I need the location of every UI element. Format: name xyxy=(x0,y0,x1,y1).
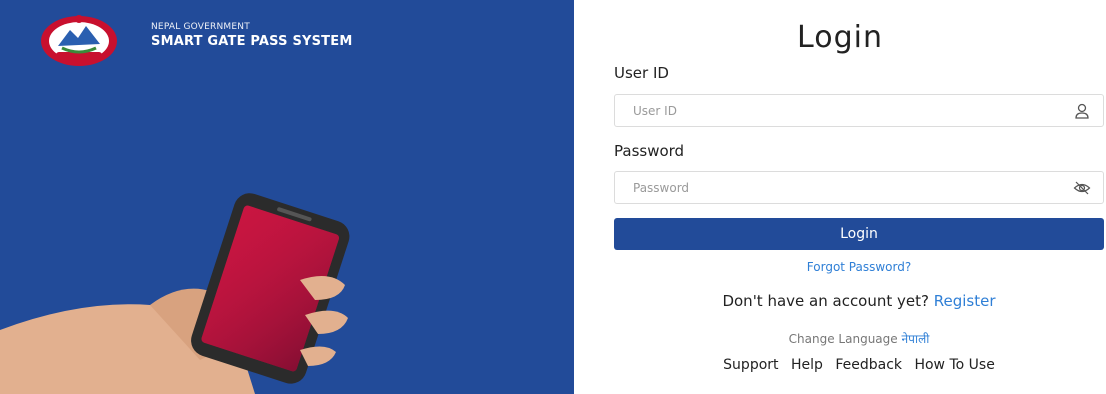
footer-link-help[interactable]: Help xyxy=(791,357,823,373)
password-label: Password xyxy=(614,142,685,160)
nepal-emblem-icon xyxy=(41,15,117,66)
login-button[interactable]: Login xyxy=(614,218,1104,250)
language-switcher: Change Language नेपाली xyxy=(614,330,1104,347)
user-id-input[interactable] xyxy=(615,95,1053,126)
brand-text: NEPAL GOVERNMENT SMART GATE PASS SYSTEM xyxy=(151,22,352,49)
register-prompt: Don't have an account yet? Register xyxy=(614,292,1104,310)
brand-panel: NEPAL GOVERNMENT SMART GATE PASS SYSTEM xyxy=(0,0,574,394)
brand-subtitle: NEPAL GOVERNMENT xyxy=(151,22,250,32)
user-id-label: User ID xyxy=(614,64,669,82)
password-field[interactable] xyxy=(614,171,1104,204)
register-link[interactable]: Register xyxy=(934,292,996,310)
forgot-password-link[interactable]: Forgot Password? xyxy=(807,260,911,274)
login-title: Login xyxy=(797,20,883,55)
footer-links: Support Help Feedback How To Use xyxy=(614,357,1104,373)
user-icon xyxy=(1075,103,1089,119)
footer-link-feedback[interactable]: Feedback xyxy=(835,357,902,373)
language-nepali-link[interactable]: नेपाली xyxy=(901,332,929,346)
footer-link-how-to-use[interactable]: How To Use xyxy=(914,357,994,373)
change-language-label: Change Language xyxy=(788,332,898,346)
forgot-password-container: Forgot Password? xyxy=(614,260,1104,274)
hand-holding-phone-illustration xyxy=(0,193,350,394)
no-account-text: Don't have an account yet? xyxy=(722,292,929,310)
brand-title: SMART GATE PASS SYSTEM xyxy=(151,34,353,49)
password-input[interactable] xyxy=(615,172,1053,203)
user-id-field[interactable] xyxy=(614,94,1104,127)
eye-slash-icon[interactable] xyxy=(1073,179,1091,197)
login-panel: Login User ID Password Login Forgot Pass… xyxy=(574,0,1106,394)
footer-link-support[interactable]: Support xyxy=(723,357,778,373)
